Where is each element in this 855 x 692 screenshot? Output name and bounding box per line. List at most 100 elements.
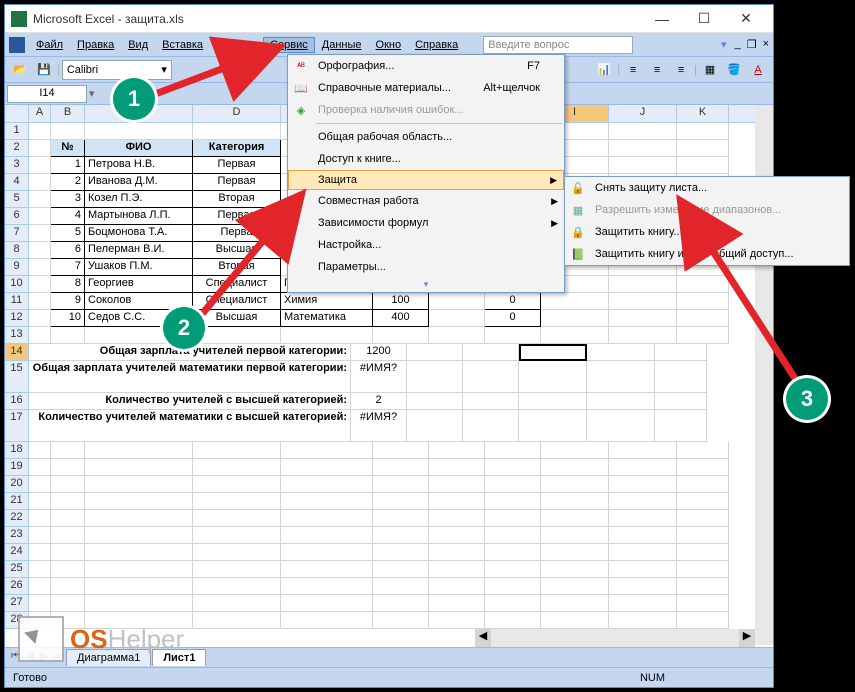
menu-format[interactable]: Формат xyxy=(210,37,263,53)
cell[interactable] xyxy=(85,442,193,459)
cell[interactable]: ФИО xyxy=(85,140,193,157)
cell[interactable] xyxy=(677,276,729,293)
cell[interactable] xyxy=(193,561,281,578)
cell[interactable] xyxy=(677,493,729,510)
cell[interactable] xyxy=(609,578,677,595)
mi-unprotect-sheet[interactable]: 🔓Снять защиту листа... xyxy=(565,177,849,199)
col-K[interactable]: K xyxy=(677,105,729,122)
cell[interactable] xyxy=(85,561,193,578)
cell[interactable] xyxy=(609,561,677,578)
cell[interactable]: № xyxy=(51,140,85,157)
cell[interactable]: Первая xyxy=(193,174,281,191)
cell[interactable]: Первая xyxy=(193,157,281,174)
cell[interactable] xyxy=(373,459,429,476)
cell[interactable] xyxy=(677,595,729,612)
cell[interactable] xyxy=(485,459,541,476)
mi-protect-share[interactable]: 📗Защитить книгу и дать общий доступ... xyxy=(565,243,849,265)
cell[interactable] xyxy=(193,123,281,140)
row-header[interactable]: 26 xyxy=(5,578,29,595)
cell[interactable] xyxy=(29,327,51,344)
cell[interactable]: Иванова Д.М. xyxy=(85,174,193,191)
cell[interactable]: 4 xyxy=(51,208,85,225)
cell[interactable] xyxy=(587,393,655,410)
cell[interactable] xyxy=(373,561,429,578)
cell[interactable] xyxy=(677,140,729,157)
cell[interactable] xyxy=(373,493,429,510)
doc-close-icon[interactable]: × xyxy=(763,38,769,51)
cell[interactable] xyxy=(541,612,609,629)
menu-file[interactable]: Файл xyxy=(29,37,70,53)
cell[interactable] xyxy=(193,327,281,344)
cell[interactable]: Мартынова Л.П. xyxy=(85,208,193,225)
cell[interactable] xyxy=(281,612,373,629)
cell[interactable]: 3 xyxy=(51,191,85,208)
row-header[interactable]: 7 xyxy=(5,225,29,242)
cell[interactable] xyxy=(609,310,677,327)
cell[interactable] xyxy=(677,293,729,310)
cell[interactable] xyxy=(85,123,193,140)
cell[interactable]: Количество учителей математики с высшей … xyxy=(29,410,351,442)
mi-spelling[interactable]: ᴬᴮОрфография...F7 xyxy=(288,55,564,77)
cell[interactable]: Математика xyxy=(281,310,373,327)
cell[interactable] xyxy=(541,578,609,595)
mi-shared-workspace[interactable]: Общая рабочая область... xyxy=(288,126,564,148)
cell[interactable] xyxy=(587,410,655,442)
cell[interactable] xyxy=(485,442,541,459)
chart-button[interactable]: 📊 xyxy=(593,59,615,81)
cell[interactable] xyxy=(85,476,193,493)
cell[interactable] xyxy=(609,544,677,561)
cell[interactable] xyxy=(609,293,677,310)
cell[interactable] xyxy=(485,544,541,561)
cell[interactable]: 8 xyxy=(51,276,85,293)
cell[interactable] xyxy=(677,561,729,578)
cell[interactable] xyxy=(485,561,541,578)
cell[interactable] xyxy=(655,344,707,361)
cell[interactable] xyxy=(429,527,485,544)
cell[interactable] xyxy=(51,493,85,510)
cell[interactable] xyxy=(373,578,429,595)
cell[interactable]: 7 xyxy=(51,259,85,276)
cell[interactable]: 5 xyxy=(51,225,85,242)
cell[interactable] xyxy=(85,578,193,595)
cell[interactable] xyxy=(85,493,193,510)
cell[interactable] xyxy=(193,595,281,612)
cell[interactable] xyxy=(541,561,609,578)
cell[interactable] xyxy=(373,527,429,544)
cell[interactable] xyxy=(429,442,485,459)
row-header[interactable]: 13 xyxy=(5,327,29,344)
align-left-button[interactable]: ≡ xyxy=(622,59,644,81)
cell[interactable] xyxy=(373,595,429,612)
cell[interactable] xyxy=(29,476,51,493)
cell[interactable]: Ушаков П.М. xyxy=(85,259,193,276)
maximize-button[interactable]: ☐ xyxy=(683,8,725,30)
cell[interactable]: Общая зарплата учителей математики перво… xyxy=(29,361,351,393)
cell[interactable]: Пелерман В.И. xyxy=(85,242,193,259)
cell[interactable] xyxy=(541,442,609,459)
cell[interactable]: Высшая xyxy=(193,310,281,327)
cell[interactable] xyxy=(609,527,677,544)
cell[interactable]: Специалист xyxy=(193,293,281,310)
cell[interactable] xyxy=(407,344,463,361)
doc-minimize-icon[interactable]: _ xyxy=(735,38,741,51)
cell[interactable] xyxy=(51,527,85,544)
cell[interactable]: Категория xyxy=(193,140,281,157)
cell[interactable] xyxy=(677,612,729,629)
cell[interactable] xyxy=(677,527,729,544)
row-header[interactable]: 9 xyxy=(5,259,29,276)
cell[interactable]: #ИМЯ? xyxy=(351,361,407,393)
cell[interactable] xyxy=(29,293,51,310)
row-header[interactable]: 15 xyxy=(5,361,29,393)
open-button[interactable]: 📂 xyxy=(9,59,31,81)
row-header[interactable]: 19 xyxy=(5,459,29,476)
cell[interactable] xyxy=(193,476,281,493)
cell[interactable] xyxy=(655,410,707,442)
cell[interactable] xyxy=(541,544,609,561)
cell[interactable] xyxy=(29,578,51,595)
cell[interactable] xyxy=(609,140,677,157)
row-header[interactable]: 23 xyxy=(5,527,29,544)
cell[interactable] xyxy=(51,442,85,459)
cell[interactable] xyxy=(463,344,519,361)
help-search-box[interactable]: Введите вопрос xyxy=(483,36,633,54)
cell[interactable] xyxy=(429,310,485,327)
cell[interactable] xyxy=(429,476,485,493)
